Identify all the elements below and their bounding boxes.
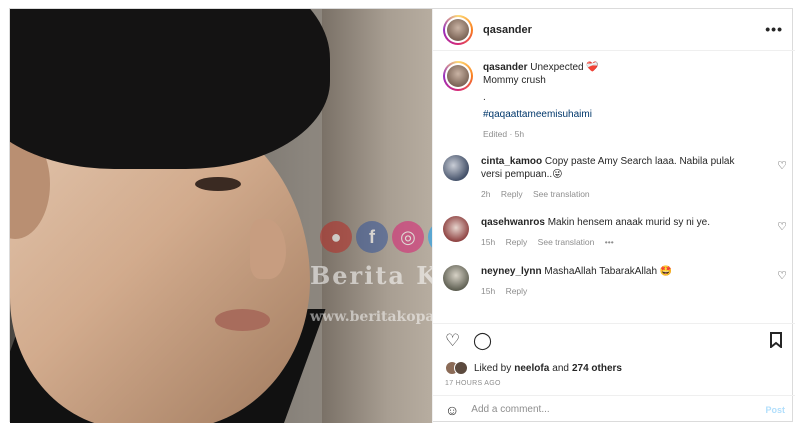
comment-like-heart-icon[interactable]: ♡ (777, 159, 787, 172)
reply-button[interactable]: Reply (501, 189, 523, 199)
comment-avatar[interactable] (443, 155, 469, 181)
photo-hair (10, 9, 330, 169)
facebook-icon: f (356, 221, 388, 253)
comment-avatar[interactable] (443, 265, 469, 291)
instagram-icon: ◎ (392, 221, 424, 253)
comment-like-heart-icon[interactable]: ♡ (777, 220, 787, 233)
caption-edited: Edited · 5h (483, 129, 525, 139)
comment-username[interactable]: qasehwanros (481, 217, 545, 228)
caption-hashtag[interactable]: #qaqaattameemisuhaimi (483, 108, 783, 121)
likes-others[interactable]: 274 others (572, 363, 622, 374)
bookmark-icon[interactable] (769, 332, 783, 351)
watermark-url: www.beritakopak.com (310, 309, 432, 325)
comment-time: 15h (481, 237, 496, 247)
photo-background-wall (322, 9, 432, 423)
more-options-icon[interactable]: ••• (765, 21, 783, 37)
comment-more-icon[interactable]: ••• (605, 237, 614, 247)
photo-lips (215, 309, 270, 331)
comment-item: qasehwanros Makin hensem anaak murid sy … (443, 216, 787, 249)
watermark-logo-icon: ● (320, 221, 352, 253)
post-actions-bar: ♡ ◯ (433, 323, 795, 353)
comment-input[interactable]: Add a comment... (471, 404, 549, 415)
post-side-panel: qasander ••• qasander Unexpected ❤️‍🩹 Mo… (432, 9, 795, 423)
caption-username[interactable]: qasander (483, 62, 527, 73)
avatar[interactable] (443, 14, 473, 45)
caption-text: Unexpected (530, 62, 584, 73)
post-time-ago: 17 HOURS AGO (445, 380, 501, 387)
caption-emoji: ❤️‍🩹 (586, 62, 599, 73)
watermark-brand: Berita Kopak (310, 261, 432, 290)
instagram-post-frame: ● f ◎ ✦ Berita Kopak www.beritakopak.com… (9, 8, 795, 423)
comment-item: cinta_kamoo Copy paste Amy Search laaa. … (443, 155, 787, 201)
comment-text: MashaAllah TabarakAllah 🤩 (544, 266, 673, 277)
comment-icon[interactable]: ◯ (473, 332, 492, 349)
header-username[interactable]: qasander (483, 24, 532, 36)
comment-avatar[interactable] (443, 216, 469, 242)
caption-line3: . (483, 92, 486, 103)
comment-like-heart-icon[interactable]: ♡ (777, 269, 787, 282)
reply-button[interactable]: Reply (506, 286, 528, 296)
caption-line2: Mommy crush (483, 75, 546, 86)
likes-and: and (552, 362, 569, 374)
photo-eye (195, 177, 241, 191)
comment-time: 15h (481, 286, 496, 296)
comment-item: neyney_lynn MashaAllah TabarakAllah 🤩 15… (443, 265, 787, 298)
caption-avatar[interactable] (443, 61, 473, 91)
post-button[interactable]: Post (765, 405, 785, 415)
heart-icon[interactable]: ♡ (445, 332, 460, 349)
likes-user[interactable]: neelofa (514, 363, 549, 374)
see-translation-button[interactable]: See translation (533, 189, 590, 199)
comment-username[interactable]: cinta_kamoo (481, 156, 542, 167)
post-caption: qasander Unexpected ❤️‍🩹 Mommy crush . #… (443, 61, 783, 141)
post-header: qasander ••• (433, 9, 795, 51)
comment-username[interactable]: neyney_lynn (481, 266, 542, 277)
comment-text: Makin hensem anaak murid sy ni ye. (547, 217, 710, 228)
likes-prefix: Liked by (474, 362, 512, 374)
emoji-icon[interactable]: ☺ (445, 402, 459, 418)
reply-button[interactable]: Reply (506, 237, 528, 247)
likes-summary: Liked by neelofa and 274 others (445, 361, 622, 375)
see-translation-button[interactable]: See translation (538, 237, 595, 247)
liker-avatar (454, 361, 468, 375)
comment-time: 2h (481, 189, 491, 199)
watermark-icons: ● f ◎ ✦ (320, 221, 432, 253)
post-photo[interactable]: ● f ◎ ✦ Berita Kopak www.beritakopak.com (10, 9, 432, 423)
add-comment-bar: ☺ Add a comment... Post (433, 395, 795, 423)
